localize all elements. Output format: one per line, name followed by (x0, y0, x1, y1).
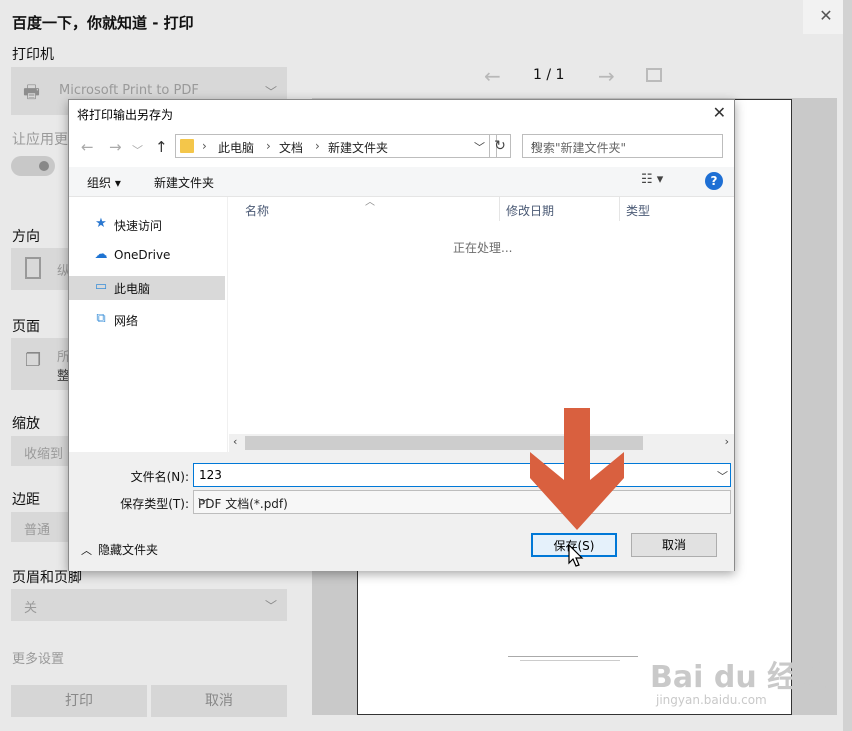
crumb-sep-icon: › (315, 139, 320, 153)
pages-label: 页面 (12, 319, 40, 335)
chevron-up-icon: ︿ (81, 544, 92, 557)
printer-value: Microsoft Print to PDF (59, 83, 199, 98)
print-cancel-button[interactable]: 取消 (151, 685, 287, 717)
nav-item-label: 此电脑 (114, 282, 151, 296)
filename-dropdown-icon[interactable]: ﹀ (717, 468, 728, 484)
search-icon: ⌕ (531, 137, 539, 152)
chevron-down-icon: ﹀ (264, 599, 277, 613)
column-name[interactable]: 名称 (245, 202, 269, 219)
margins-label: 边距 (12, 492, 40, 508)
sort-caret-icon: ︿ (365, 197, 375, 208)
crumb-sep-icon: › (202, 139, 207, 153)
filetype-label: 保存类型(T): (120, 497, 189, 511)
red-arrow-annotation (530, 408, 624, 530)
mouse-cursor-icon (568, 544, 584, 567)
hide-folders-toggle[interactable]: ︿ 隐藏文件夹 (81, 541, 158, 558)
preview-footer-text (508, 656, 648, 661)
breadcrumb-documents[interactable]: 文档 (279, 139, 303, 156)
navigation-pane: ★ 快速访问 ☁ OneDrive ▭ 此电脑 ⧉ 网络 (69, 197, 228, 459)
hide-folders-label: 隐藏文件夹 (98, 543, 159, 557)
page-indicator: 1 / 1 (533, 67, 565, 83)
help-icon[interactable]: ? (705, 172, 723, 190)
scale-value: 收缩到 (24, 447, 64, 462)
apply-label: 让应用更 (12, 132, 68, 148)
printer-label: 打印机 (12, 47, 54, 63)
printer-icon: 🖶 (23, 82, 40, 103)
nav-item-label: OneDrive (114, 248, 171, 262)
nav-item-quick-access[interactable]: ★ 快速访问 (69, 213, 225, 237)
print-button[interactable]: 打印 (11, 685, 147, 717)
orientation-label: 方向 (12, 229, 40, 245)
network-icon: ⧉ (96, 311, 106, 326)
chevron-down-icon: ﹀ (264, 85, 277, 99)
save-as-dialog: 将打印输出另存为 ✕ ← → ﹀ ↑ › 此电脑 › 文档 › 新建文件夹 ﹀ … (68, 99, 735, 571)
filename-label: 文件名(N): (130, 470, 189, 484)
prev-page-icon[interactable]: ← (484, 64, 501, 88)
chevron-down-icon: ﹀ (198, 497, 209, 510)
filename-input[interactable] (193, 463, 731, 487)
nav-item-this-pc[interactable]: ▭ 此电脑 (69, 276, 225, 300)
next-page-icon[interactable]: → (598, 64, 615, 88)
search-input[interactable]: 搜索"新建文件夹" ⌕ (522, 134, 723, 158)
right-edge-strip (843, 0, 852, 731)
baidu-watermark-logo: Bai du 经验 (650, 660, 828, 695)
dialog-toolbar: 组织 ▾ 新建文件夹 ☷ ▾ ? (69, 167, 734, 197)
filetype-select[interactable]: PDF 文档(*.pdf) ﹀ (193, 490, 731, 514)
nav-item-label: 网络 (114, 314, 139, 328)
header-footer-select[interactable]: 关 ﹀ (11, 589, 287, 621)
dialog-cancel-button[interactable]: 取消 (631, 533, 717, 557)
fit-page-icon[interactable] (646, 68, 662, 82)
up-icon[interactable]: ↑ (155, 138, 168, 156)
forward-icon[interactable]: → (109, 138, 122, 156)
view-options-icon[interactable]: ☷ ▾ (641, 172, 663, 187)
header-footer-value: 关 (24, 601, 38, 616)
nav-item-onedrive[interactable]: ☁ OneDrive (69, 244, 225, 268)
processing-status: 正在处理... (453, 241, 513, 255)
address-bar[interactable]: › 此电脑 › 文档 › 新建文件夹 ﹀ (175, 134, 497, 158)
recent-chevron-icon[interactable]: ﹀ (132, 142, 143, 158)
scroll-left-icon[interactable]: ‹ (233, 435, 237, 448)
column-modified[interactable]: 修改日期 (506, 202, 554, 219)
column-type[interactable]: 类型 (626, 202, 650, 219)
scroll-right-icon[interactable]: › (725, 435, 729, 448)
column-divider (619, 197, 620, 221)
baidu-watermark-url: jingyan.baidu.com (656, 693, 767, 707)
dialog-title: 将打印输出另存为 (77, 108, 174, 122)
pages-icon: ❐ (25, 350, 42, 371)
portrait-icon (25, 257, 41, 279)
margins-value: 普通 (24, 523, 51, 538)
cloud-icon: ☁ (94, 247, 108, 262)
more-settings-link[interactable]: 更多设置 (12, 648, 64, 667)
organize-menu[interactable]: 组织 ▾ (87, 174, 121, 191)
folder-icon (180, 139, 194, 153)
column-divider (499, 197, 500, 221)
scale-label: 缩放 (12, 416, 40, 432)
back-icon[interactable]: ← (81, 138, 94, 156)
nav-item-network[interactable]: ⧉ 网络 (69, 308, 225, 332)
horizontal-scrollbar[interactable]: ‹ › (229, 434, 734, 452)
dialog-close-icon[interactable]: ✕ (713, 103, 726, 122)
print-title: 百度一下，你就知道 - 打印 (12, 14, 194, 32)
breadcrumb-this-pc[interactable]: 此电脑 (218, 139, 254, 156)
computer-icon: ▭ (94, 279, 108, 294)
new-folder-button[interactable]: 新建文件夹 (154, 174, 214, 191)
address-dropdown-icon[interactable]: ﹀ (474, 139, 485, 155)
crumb-sep-icon: › (266, 139, 271, 153)
breadcrumb-new-folder[interactable]: 新建文件夹 (328, 139, 388, 156)
apply-toggle[interactable] (11, 156, 55, 176)
refresh-icon[interactable]: ↻ (489, 134, 511, 158)
star-icon: ★ (95, 216, 107, 231)
nav-item-label: 快速访问 (114, 219, 163, 233)
